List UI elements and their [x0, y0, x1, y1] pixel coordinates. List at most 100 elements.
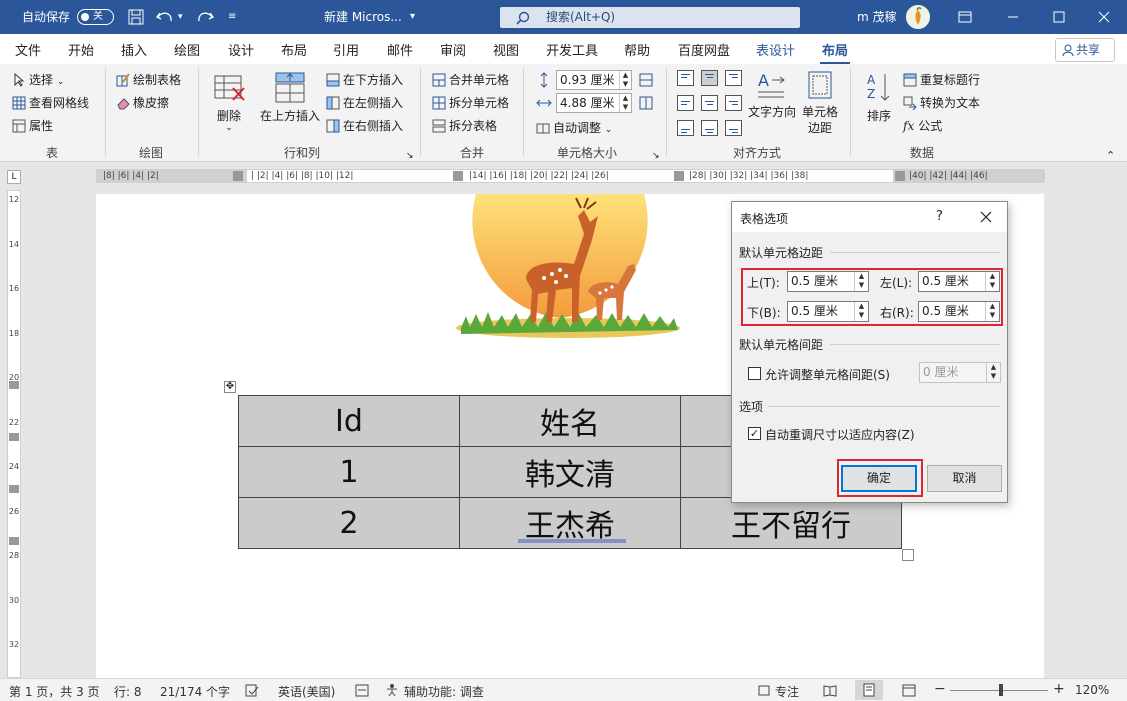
select-button[interactable]: 选择 ⌄	[12, 72, 64, 90]
save-icon[interactable]	[128, 9, 144, 25]
tab-file[interactable]: 文件	[15, 40, 41, 59]
tab-table-design[interactable]: 表设计	[756, 40, 795, 59]
align-bottom-right[interactable]	[725, 120, 742, 136]
table-move-handle[interactable]: ✥	[224, 381, 236, 393]
line-number[interactable]: 行: 8	[114, 683, 142, 700]
accessibility-status[interactable]: 辅助功能: 调查	[404, 683, 484, 700]
tab-selector[interactable]: L	[7, 170, 21, 184]
tab-help[interactable]: 帮助	[624, 40, 650, 59]
table-cell[interactable]: 姓名	[459, 395, 681, 447]
insert-above-button[interactable]: 在上方插入	[260, 72, 320, 124]
column-width-spinner[interactable]: ▲ ▼	[619, 94, 631, 112]
tab-baidu-netdisk[interactable]: 百度网盘	[678, 40, 730, 59]
avatar[interactable]	[906, 5, 930, 29]
align-top-left[interactable]	[677, 70, 694, 86]
tab-draw[interactable]: 绘图	[174, 40, 200, 59]
word-count[interactable]: 21/174 个字	[160, 683, 230, 700]
tab-design[interactable]: 设计	[228, 40, 254, 59]
split-cells-button[interactable]: 拆分单元格	[432, 95, 509, 111]
zoom-level[interactable]: 120%	[1075, 683, 1109, 697]
page-count[interactable]: 第 1 页，共 3 页	[9, 683, 100, 700]
distribute-rows-icon[interactable]	[639, 73, 653, 87]
help-button[interactable]: ?	[936, 209, 943, 224]
table-resize-handle[interactable]	[902, 549, 914, 561]
ribbon-display-icon[interactable]	[958, 10, 972, 24]
zoom-in-icon[interactable]: +	[1053, 681, 1065, 697]
tab-home[interactable]: 开始	[68, 40, 94, 59]
align-bottom-center[interactable]	[701, 120, 718, 136]
undo-dropdown-icon[interactable]: ▾	[178, 0, 183, 34]
text-predictions-icon[interactable]	[355, 684, 369, 697]
read-mode-icon[interactable]	[823, 684, 837, 697]
insert-below-button[interactable]: 在下方插入	[326, 72, 403, 88]
table-cell[interactable]: 1	[238, 446, 460, 498]
tab-insert[interactable]: 插入	[121, 40, 147, 59]
language[interactable]: 英语(美国)	[278, 683, 335, 700]
section-divider	[830, 344, 1000, 345]
maximize-button[interactable]	[1036, 0, 1082, 34]
svg-text:A: A	[758, 71, 769, 90]
dialog-close-icon[interactable]	[980, 211, 992, 223]
table-cell[interactable]: 2	[238, 497, 460, 549]
undo-icon[interactable]	[156, 9, 174, 25]
align-top-right[interactable]	[725, 70, 742, 86]
align-middle-right[interactable]	[725, 95, 742, 111]
tab-developer[interactable]: 开发工具	[546, 40, 598, 59]
spacing-spinner[interactable]: ▲ ▼	[986, 363, 1000, 382]
cell-margins-button[interactable]: 单元格 边距	[800, 70, 840, 136]
view-gridlines-button[interactable]: 查看网格线	[12, 95, 89, 111]
column-width-input[interactable]: 4.88 厘米 ▲ ▼	[556, 93, 632, 113]
proofing-icon[interactable]	[245, 684, 259, 697]
align-middle-center[interactable]	[701, 95, 718, 111]
align-top-center[interactable]	[701, 70, 718, 86]
tab-layout[interactable]: 布局	[281, 40, 307, 59]
title-dropdown-icon[interactable]: ▾	[410, 0, 415, 34]
delete-button[interactable]: 删除 ⌄	[212, 72, 246, 133]
autosave-toggle[interactable]: 关	[77, 9, 114, 25]
table-cell[interactable]: 韩文清	[459, 446, 681, 498]
align-middle-left[interactable]	[677, 95, 694, 111]
close-button[interactable]	[1081, 0, 1127, 34]
split-table-button[interactable]: 拆分表格	[432, 118, 497, 134]
user-name[interactable]: m 茂稼	[857, 0, 897, 34]
tab-table-layout[interactable]: 布局	[819, 40, 851, 65]
share-button[interactable]: 共享	[1055, 38, 1115, 62]
text-direction-button[interactable]: A 文字方向	[748, 70, 796, 120]
print-layout-button[interactable]	[855, 680, 883, 700]
spacing-input[interactable]: 0 厘米 ▲ ▼	[919, 362, 1001, 383]
row-height-input[interactable]: 0.93 厘米 ▲ ▼	[556, 70, 632, 90]
convert-to-text-button[interactable]: 转换为文本	[903, 95, 980, 111]
redo-icon[interactable]	[196, 9, 214, 25]
distribute-columns-icon[interactable]	[639, 96, 653, 110]
insert-left-button[interactable]: 在左侧插入	[326, 95, 403, 111]
allow-spacing-checkbox[interactable]	[748, 367, 761, 380]
merge-cells-button[interactable]: 合并单元格	[432, 72, 509, 88]
tab-view[interactable]: 视图	[493, 40, 519, 59]
autoresize-checkbox[interactable]: ✓	[748, 427, 761, 440]
tab-references[interactable]: 引用	[333, 40, 359, 59]
insert-right-button[interactable]: 在右侧插入	[326, 118, 403, 134]
zoom-slider-thumb[interactable]	[999, 684, 1003, 696]
sort-button[interactable]: AZ 排序	[862, 70, 896, 124]
formula-button[interactable]: fx 公式	[903, 118, 942, 134]
accessibility-icon[interactable]	[385, 683, 399, 697]
tab-review[interactable]: 审阅	[440, 40, 466, 59]
table-cell[interactable]: 王不留行	[680, 497, 902, 549]
tab-mailings[interactable]: 邮件	[387, 40, 413, 59]
search-box[interactable]: 搜索(Alt+Q)	[500, 7, 800, 28]
customize-toolbar-icon[interactable]: ≡	[228, 0, 236, 34]
row-height-spinner[interactable]: ▲ ▼	[619, 71, 631, 89]
eraser-button[interactable]: 橡皮擦	[116, 95, 169, 111]
draw-table-button[interactable]: 绘制表格	[116, 72, 181, 88]
zoom-slider[interactable]	[950, 684, 1048, 696]
table-cell[interactable]: Id	[238, 395, 460, 447]
repeat-header-button[interactable]: 重复标题行	[903, 72, 980, 88]
web-layout-icon[interactable]	[902, 684, 916, 697]
table-properties-button[interactable]: 属性	[12, 118, 53, 134]
cancel-button[interactable]: 取消	[927, 465, 1002, 492]
minimize-button[interactable]	[990, 0, 1036, 34]
align-bottom-left[interactable]	[677, 120, 694, 136]
autofit-button[interactable]: 自动调整 ⌄	[536, 120, 612, 138]
zoom-out-icon[interactable]: −	[934, 681, 946, 697]
focus-mode[interactable]: 专注	[775, 683, 799, 700]
